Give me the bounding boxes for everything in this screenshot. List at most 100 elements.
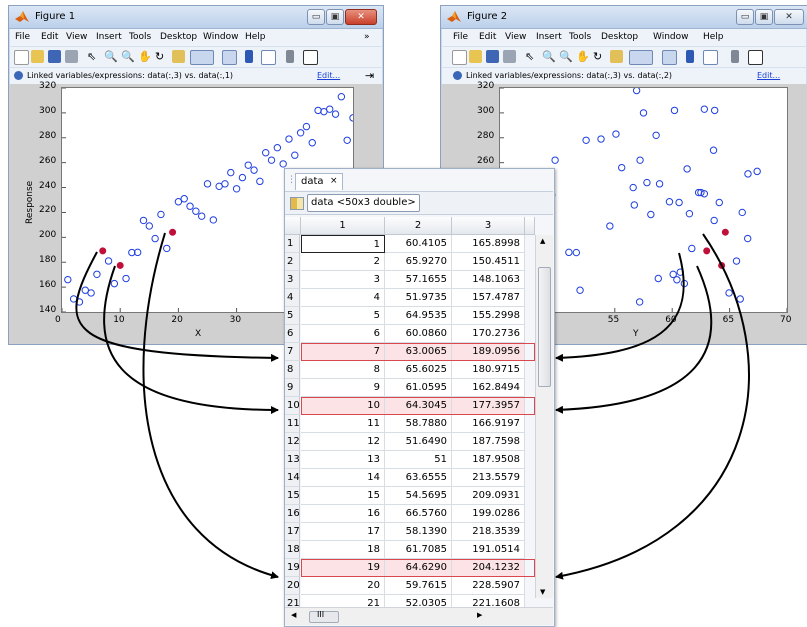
table-row[interactable]: 20 20 59.7615 228.5907: [285, 577, 535, 595]
table-cell[interactable]: 64.3045: [385, 397, 452, 415]
table-row[interactable]: 7 7 63.0065 189.0956: [285, 343, 535, 361]
table-row[interactable]: 5 5 64.9535 155.2998: [285, 307, 535, 325]
table-cell[interactable]: 2: [301, 253, 385, 271]
row-number[interactable]: 16: [285, 505, 300, 523]
row-number[interactable]: 15: [285, 487, 300, 505]
table-cell[interactable]: 17: [301, 523, 385, 541]
table-cell[interactable]: 5: [301, 307, 385, 325]
row-number[interactable]: 9: [285, 379, 300, 397]
table-row[interactable]: 6 6 60.0860 170.2736: [285, 325, 535, 343]
table-row[interactable]: 9 9 61.0595 162.8494: [285, 379, 535, 397]
row-number[interactable]: 13: [285, 451, 300, 469]
table-cell[interactable]: 61.7085: [385, 541, 452, 559]
table-cell[interactable]: 57.1655: [385, 271, 452, 289]
table-row[interactable]: 3 3 57.1655 148.1063: [285, 271, 535, 289]
table-row[interactable]: 13 13 51 187.9508: [285, 451, 535, 469]
table-cell[interactable]: 59.7615: [385, 577, 452, 595]
row-number[interactable]: 3: [285, 271, 300, 289]
scroll-left-icon[interactable]: ◀: [291, 611, 296, 619]
table-cell[interactable]: 51.9735: [385, 289, 452, 307]
table-row[interactable]: 15 15 54.5695 209.0931: [285, 487, 535, 505]
row-number[interactable]: 17: [285, 523, 300, 541]
table-row[interactable]: 14 14 63.6555 213.5579: [285, 469, 535, 487]
table-cell[interactable]: 58.7880: [385, 415, 452, 433]
table-cell[interactable]: 11: [301, 415, 385, 433]
row-number[interactable]: 1: [285, 235, 300, 253]
table-cell[interactable]: 6: [301, 325, 385, 343]
table-cell[interactable]: 60.0860: [385, 325, 452, 343]
table-cell[interactable]: 58.1390: [385, 523, 452, 541]
row-number[interactable]: 2: [285, 253, 300, 271]
table-row[interactable]: 12 12 51.6490 187.7598: [285, 433, 535, 451]
scroll-up-icon[interactable]: ▲: [540, 237, 545, 245]
table-cell[interactable]: 187.7598: [452, 433, 525, 451]
table-cell[interactable]: 170.2736: [452, 325, 525, 343]
row-number[interactable]: 6: [285, 325, 300, 343]
table-row[interactable]: 2 2 65.9270 150.4511: [285, 253, 535, 271]
table-cell[interactable]: 51: [385, 451, 452, 469]
table-cell[interactable]: 148.1063: [452, 271, 525, 289]
table-cell[interactable]: 204.1232: [452, 559, 525, 577]
row-number[interactable]: 4: [285, 289, 300, 307]
row-number[interactable]: 10: [285, 397, 300, 415]
table-cell[interactable]: 8: [301, 361, 385, 379]
table-cell[interactable]: 14: [301, 469, 385, 487]
table-cell[interactable]: 209.0931: [452, 487, 525, 505]
row-number[interactable]: 18: [285, 541, 300, 559]
table-cell[interactable]: 1: [301, 235, 385, 253]
table-cell[interactable]: 4: [301, 289, 385, 307]
table-cell[interactable]: 61.0595: [385, 379, 452, 397]
row-number[interactable]: 8: [285, 361, 300, 379]
table-row[interactable]: 4 4 51.9735 157.4787: [285, 289, 535, 307]
row-number[interactable]: 12: [285, 433, 300, 451]
scroll-thumb[interactable]: [538, 267, 551, 387]
table-row[interactable]: 17 17 58.1390 218.3539: [285, 523, 535, 541]
table-cell[interactable]: 13: [301, 451, 385, 469]
table-cell[interactable]: 63.0065: [385, 343, 452, 361]
table-cell[interactable]: 157.4787: [452, 289, 525, 307]
table-row[interactable]: 8 8 65.6025 180.9715: [285, 361, 535, 379]
row-number[interactable]: 19: [285, 559, 300, 577]
tab-close-icon[interactable]: ×: [330, 176, 338, 186]
table-cell[interactable]: 3: [301, 271, 385, 289]
table-cell[interactable]: 199.0286: [452, 505, 525, 523]
table-cell[interactable]: 166.9197: [452, 415, 525, 433]
table-cell[interactable]: 177.3957: [452, 397, 525, 415]
table-cell[interactable]: 10: [301, 397, 385, 415]
table-cell[interactable]: 64.6290: [385, 559, 452, 577]
table-cell[interactable]: 65.6025: [385, 361, 452, 379]
table-row[interactable]: 19 19 64.6290 204.1232: [285, 559, 535, 577]
table-row[interactable]: 16 16 66.5760 199.0286: [285, 505, 535, 523]
variable-button[interactable]: data <50x3 double>: [307, 194, 420, 212]
row-number[interactable]: 14: [285, 469, 300, 487]
row-number[interactable]: 20: [285, 577, 300, 595]
horizontal-scrollbar[interactable]: ◀ III ▶: [285, 607, 553, 625]
table-cell[interactable]: 15: [301, 487, 385, 505]
table-cell[interactable]: 150.4511: [452, 253, 525, 271]
column-header-3[interactable]: 3: [452, 217, 525, 235]
row-number[interactable]: 7: [285, 343, 300, 361]
scroll-down-icon[interactable]: ▼: [540, 588, 545, 596]
table-cell[interactable]: 218.3539: [452, 523, 525, 541]
row-number[interactable]: 11: [285, 415, 300, 433]
table-cell[interactable]: 187.9508: [452, 451, 525, 469]
table-cell[interactable]: 213.5579: [452, 469, 525, 487]
table-cell[interactable]: 63.6555: [385, 469, 452, 487]
table-cell[interactable]: 228.5907: [452, 577, 525, 595]
table-row[interactable]: 1 1 60.4105 165.8998: [285, 235, 535, 253]
table-cell[interactable]: 165.8998: [452, 235, 525, 253]
table-cell[interactable]: 189.0956: [452, 343, 525, 361]
table-cell[interactable]: 9: [301, 379, 385, 397]
table-cell[interactable]: 54.5695: [385, 487, 452, 505]
table-cell[interactable]: 12: [301, 433, 385, 451]
table-row[interactable]: 11 11 58.7880 166.9197: [285, 415, 535, 433]
table-cell[interactable]: 64.9535: [385, 307, 452, 325]
table-row[interactable]: 18 18 61.7085 191.0514: [285, 541, 535, 559]
table-cell[interactable]: 20: [301, 577, 385, 595]
scroll-right-icon[interactable]: ▶: [477, 611, 482, 619]
column-header-2[interactable]: 2: [385, 217, 452, 235]
table-cell[interactable]: 60.4105: [385, 235, 452, 253]
table-cell[interactable]: 51.6490: [385, 433, 452, 451]
table-row[interactable]: 10 10 64.3045 177.3957: [285, 397, 535, 415]
table-cell[interactable]: 180.9715: [452, 361, 525, 379]
